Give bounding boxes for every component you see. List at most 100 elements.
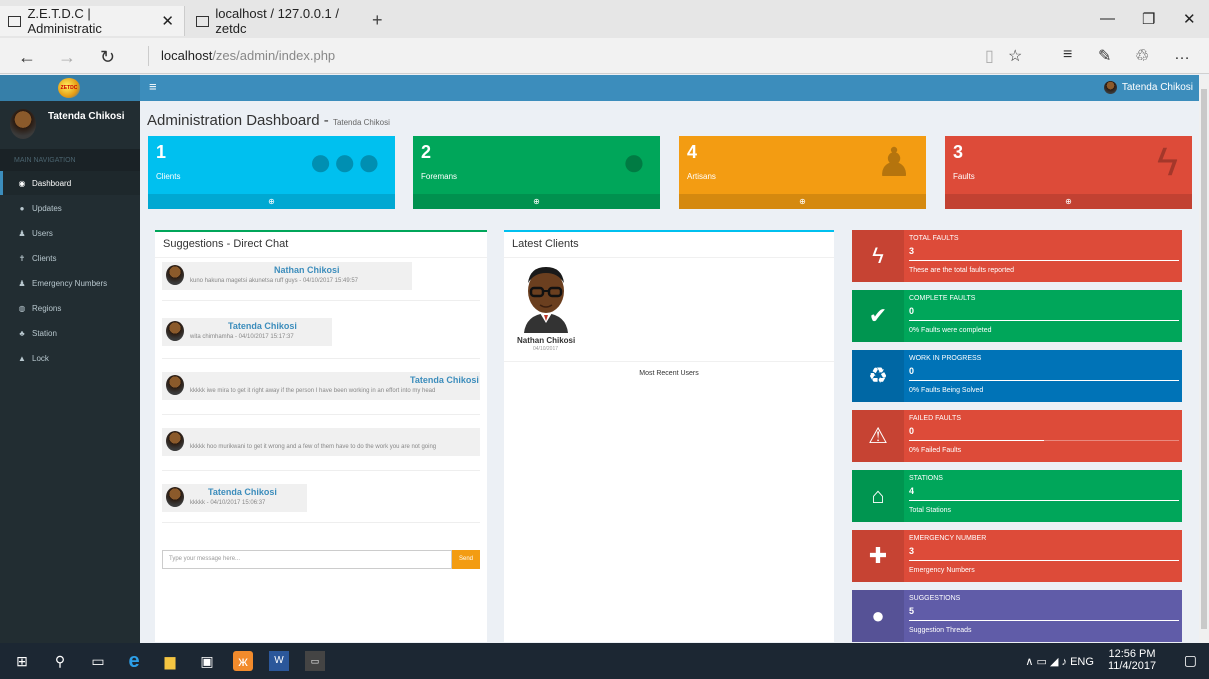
language-indicator[interactable]: ENG [1070, 656, 1094, 668]
forward-icon[interactable]: → [58, 47, 76, 68]
globe-icon: ◍ [18, 303, 26, 313]
action-center-icon[interactable]: ▢ [1184, 652, 1197, 669]
user-icon: ♟ [18, 228, 26, 238]
info-box-stations: ⌂ STATIONS 4 Total Stations [852, 470, 1182, 522]
xampp-icon[interactable]: ж [233, 651, 253, 671]
search-icon[interactable]: ⚲ [50, 651, 70, 671]
info-box-value: 0 [909, 366, 915, 376]
clock[interactable]: 12:56 PM 11/4/2017 [1107, 648, 1157, 672]
warning-icon: ⚠ [852, 410, 904, 462]
windows-start-icon[interactable]: ⊞ [12, 651, 32, 671]
comments-icon: ● [852, 590, 904, 642]
client-avatar-icon[interactable] [518, 263, 574, 333]
sidebar-item-label: Station [32, 328, 57, 338]
refresh-icon[interactable]: ↻ [100, 47, 115, 68]
user-menu-name: Tatenda Chikosi [1121, 82, 1193, 93]
tab-page-icon [8, 15, 22, 27]
dashboard-icon: ◉ [18, 178, 26, 188]
latest-clients-panel: Latest Clients Nathan Chikosi 04/10/2017… [504, 230, 834, 642]
chat-message-input[interactable]: Type your message here... [162, 550, 452, 569]
progress-bar [909, 440, 1179, 441]
avatar [166, 321, 184, 341]
info-box-description: Emergency Numbers [909, 567, 975, 574]
sidebar-item-updates[interactable]: ● Updates [0, 196, 140, 220]
sidebar-item-lock[interactable]: ▲ Lock [0, 346, 140, 370]
progress-bar [909, 380, 1179, 381]
client-name[interactable]: Nathan Chikosi [517, 336, 575, 345]
url-field[interactable]: localhost/zes/admin/index.php [148, 46, 335, 66]
task-view-icon[interactable]: ▭ [88, 651, 108, 671]
app-top-bar: ZETDC ≡ Tatenda Chikosi [0, 75, 1199, 101]
edge-icon[interactable]: e [124, 651, 144, 671]
logo[interactable]: ZETDC [0, 75, 140, 101]
store-icon[interactable]: ▣ [197, 651, 217, 671]
chat-text: wita chimhamha - 04/10/2017 15:17:37 [190, 334, 294, 340]
info-box-description: 0% Faults were completed [909, 327, 992, 334]
page-subtitle: Tatenda Chikosi [332, 118, 390, 127]
send-button[interactable]: Send [452, 550, 480, 569]
info-box-description: Suggestion Threads [909, 627, 972, 634]
more-info-link[interactable]: ⊕ [413, 194, 660, 209]
scrollbar-thumb[interactable] [1201, 89, 1207, 629]
chat-message: Tatenda Chikosi kkkkk - 04/10/2017 15:06… [162, 484, 307, 512]
progress-fill [909, 560, 1179, 561]
sidebar-item-users[interactable]: ♟ Users [0, 221, 140, 245]
info-box-title: COMPLETE FAULTS [909, 295, 976, 302]
sidebar-item-station[interactable]: ♣ Station [0, 321, 140, 345]
sidebar-item-label: Lock [32, 353, 49, 363]
new-tab-icon[interactable]: + [372, 10, 383, 31]
chevron-up-icon[interactable]: ∧ [1025, 656, 1033, 668]
info-box-description: 0% Failed Faults [909, 447, 962, 454]
terminal-icon[interactable]: ▭ [305, 651, 325, 671]
browser-tab-admin[interactable]: Z.E.T.D.C | Administratic ✕ [0, 6, 185, 36]
page-scrollbar[interactable] [1199, 75, 1209, 643]
url-path: /zes/admin/index.php [212, 48, 336, 63]
more-icon[interactable]: … [1174, 46, 1190, 64]
user-menu[interactable]: Tatenda Chikosi [1103, 81, 1193, 94]
sidebar-item-clients[interactable]: ✝ Clients [0, 246, 140, 270]
progress-bar [909, 320, 1179, 321]
divider [162, 358, 480, 359]
bolt-icon: ϟ [1156, 140, 1178, 184]
minimize-icon[interactable]: — [1100, 10, 1115, 27]
stat-box-faults: 3 Faults ϟ ⊕ [945, 136, 1192, 209]
more-info-link[interactable]: ⊕ [679, 194, 926, 209]
ambulance-icon: ✚ [852, 530, 904, 582]
battery-icon[interactable]: ▭ [1037, 656, 1047, 668]
web-note-icon[interactable]: ✎ [1098, 46, 1111, 66]
sidebar-item-regions[interactable]: ◍ Regions [0, 296, 140, 320]
chat-sender: Tatenda Chikosi [410, 375, 479, 385]
hub-icon[interactable]: ≡ [1063, 46, 1072, 64]
browser-tab-phpmyadmin[interactable]: localhost / 127.0.0.1 / zetdc [188, 6, 366, 36]
sidebar-item-emergency-numbers[interactable]: ♟ Emergency Numbers [0, 271, 140, 295]
close-window-icon[interactable]: ✕ [1183, 10, 1196, 28]
sidebar-item-dashboard[interactable]: ◉ Dashboard [0, 171, 140, 195]
restore-icon[interactable]: ❐ [1142, 10, 1155, 28]
stat-value: 2 [421, 142, 432, 162]
stat-label: Faults [953, 172, 975, 181]
info-box-emergency-number: ✚ EMERGENCY NUMBER 3 Emergency Numbers [852, 530, 1182, 582]
divider [155, 257, 487, 258]
favorite-star-icon[interactable]: ☆ [1008, 46, 1022, 66]
check-icon: ✔ [852, 290, 904, 342]
more-info-link[interactable]: ⊕ [148, 194, 395, 209]
avatar [10, 109, 36, 139]
sidebar-toggle-icon[interactable]: ≡ [149, 79, 157, 94]
file-explorer-icon[interactable]: ▆ [160, 651, 180, 671]
share-icon[interactable]: ♲ [1135, 46, 1149, 66]
most-recent-users-footer: Most Recent Users [639, 370, 699, 377]
more-info-link[interactable]: ⊕ [945, 194, 1192, 209]
word-icon[interactable]: W [269, 651, 289, 671]
volume-icon[interactable]: ♪ [1062, 656, 1068, 668]
close-tab-icon[interactable]: ✕ [161, 12, 174, 30]
info-box-value: 5 [909, 606, 915, 616]
male-icon: ♟ [876, 141, 912, 185]
reading-view-icon[interactable]: ▯ [985, 46, 994, 66]
tab-title: localhost / 127.0.0.1 / zetdc [215, 6, 340, 36]
network-icon[interactable]: ◢ [1050, 656, 1058, 668]
avatar [166, 487, 184, 507]
zetdc-logo-icon: ZETDC [58, 78, 80, 98]
info-box-title: FAILED FAULTS [909, 415, 961, 422]
back-icon[interactable]: ← [18, 47, 36, 68]
progress-fill [909, 500, 1179, 501]
